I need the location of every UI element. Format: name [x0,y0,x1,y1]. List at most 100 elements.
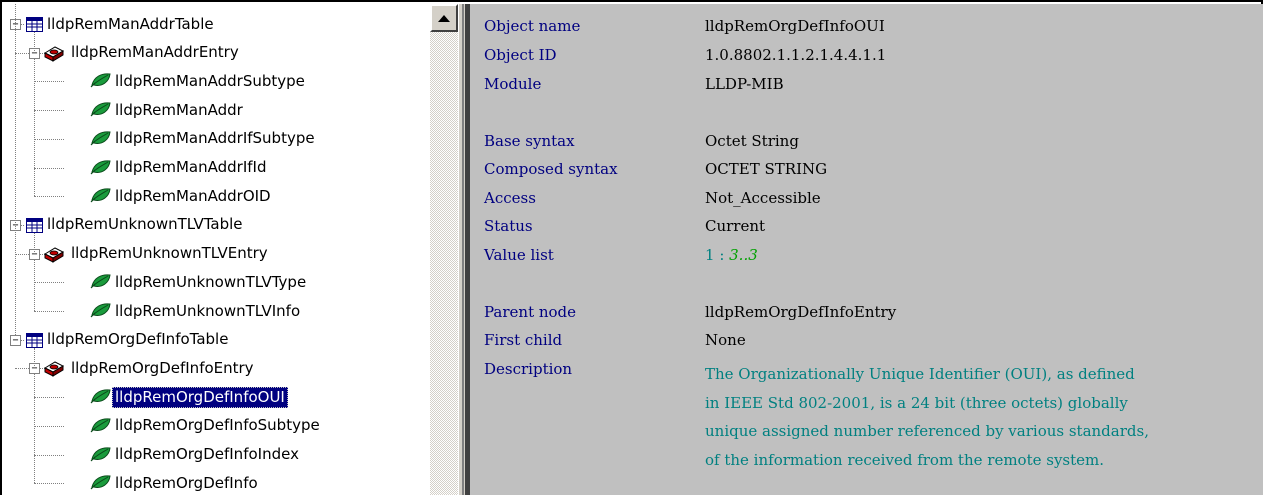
tree-connector [34,282,64,284]
mib-tree[interactable]: − lldpRemManAddrTable − lldpRemManAddrEntry… [4,4,432,495]
tree-node-entry[interactable]: lldpRemOrgDefInfoEntry [68,356,257,380]
description-line: in IEEE Std 802-2001, is a 24 bit (three… [705,393,1128,412]
leaf-icon [90,417,112,437]
base-syntax-value: Octet String [705,132,799,150]
tree-node-label: lldpRemOrgDefInfoIndex [115,445,299,463]
entry-icon [43,245,65,267]
object-name-value: lldpRemOrgDefInfoOUI [705,17,885,35]
tree-guide-line [34,32,35,53]
tree-guide-line [34,259,35,311]
tree-node-label: lldpRemManAddrEntry [71,43,239,62]
tree-node-label: lldpRemManAddrSubtype [115,71,305,90]
tree-node-label: lldpRemOrgDefInfoOUI [112,386,288,408]
module-value: LLDP-MIB [705,75,784,93]
tree-connector [21,224,24,226]
tree-collapse-toggle[interactable]: − [10,334,21,346]
tree-connector [34,311,64,312]
tree-guide-line [34,374,35,484]
tree-node-leaf[interactable]: lldpRemManAddr [112,98,246,122]
pane-splitter[interactable] [458,4,471,495]
leaf-icon [90,273,112,293]
tree-node-leaf[interactable]: lldpRemUnknownTLVInfo [112,299,303,323]
base-syntax-label: Base syntax [484,132,575,150]
tree-guide-line [34,232,35,254]
tree-node-leaf[interactable]: lldpRemManAddrSubtype [112,69,308,93]
tree-vertical-scrollbar[interactable] [430,4,458,495]
description-line: The Organizationally Unique Identifier (… [705,365,1135,383]
status-value: Current [705,217,766,235]
tree-connector [34,110,64,112]
entry-icon [43,44,65,66]
tree-node-entry[interactable]: lldpRemUnknownTLVEntry [68,242,271,266]
tree-node-leaf[interactable]: lldpRemManAddrOID [112,184,274,208]
tree-connector [34,196,64,198]
tree-node-leaf[interactable]: lldpRemOrgDefInfoOUI [112,385,288,409]
tree-connector [34,454,64,456]
first-child-label: First child [484,331,563,349]
object-details-pane: Object name lldpRemOrgDefInfoOUI Object … [470,4,1263,495]
tree-guide-line [34,58,35,197]
entry-icon [43,359,65,381]
tree-node-leaf[interactable]: lldpRemManAddrIfId [112,156,269,180]
tree-node-label: lldpRemOrgDefInfoSubtype [115,416,320,435]
tree-connector [34,425,64,427]
leaf-icon [90,130,112,150]
tree-node-table[interactable]: lldpRemManAddrTable [44,12,217,36]
tree-guide-line [15,4,16,335]
leaf-icon [90,159,112,179]
description-line: unique assigned number referenced by var… [705,422,1149,440]
object-id-value: 1.0.8802.1.1.2.1.4.4.1.1 [705,46,887,64]
tree-node-label: lldpRemOrgDefInfoTable [47,330,229,349]
tree-node-label: lldpRemUnknownTLVType [115,272,307,291]
description-label: Description [484,360,573,378]
scroll-up-arrow-icon [438,14,450,22]
parent-node-value: lldpRemOrgDefInfoEntry [705,303,897,321]
tree-connector [34,138,64,140]
value-list-value: 1 : 3..3 [705,246,758,264]
tree-connector [21,24,24,25]
parent-node-label: Parent node [484,303,577,321]
composed-syntax-value: OCTET STRING [705,160,828,178]
tree-connector [21,339,24,341]
tree-node-table[interactable]: lldpRemUnknownTLVTable [44,213,246,237]
leaf-icon [90,101,112,121]
leaf-icon [90,72,112,92]
tree-connector [34,167,64,169]
tree-node-leaf[interactable]: lldpRemUnknownTLVType [112,270,309,294]
tree-guide-line [34,347,35,369]
first-child-value: None [705,331,746,349]
scroll-up-button[interactable] [430,4,458,32]
leaf-icon [90,446,112,466]
access-label: Access [484,189,536,207]
description-line: of the information received from the rem… [705,450,1105,469]
tree-connector [34,483,64,485]
tree-node-label: lldpRemManAddrIfSubtype [115,129,315,148]
description-text: The Organizationally Unique Identifier (… [705,360,1245,474]
object-id-label: Object ID [484,46,557,64]
tree-node-label: lldpRemUnknownTLVTable [47,215,243,234]
tree-connector [34,397,64,399]
tree-node-label: lldpRemManAddrIfId [115,158,267,176]
tree-node-label: lldpRemOrgDefInfoEntry [71,358,254,377]
tree-node-entry[interactable]: lldpRemManAddrEntry [68,41,242,65]
access-value: Not_Accessible [705,189,821,207]
value-list-label: Value list [484,246,554,264]
splitter-groove [462,4,464,495]
tree-connector [34,81,64,83]
tree-node-leaf[interactable]: lldpRemOrgDefInfo [112,471,261,495]
tree-node-label: lldpRemManAddr [115,100,243,119]
tree-node-label: lldpRemUnknownTLVEntry [71,244,268,263]
leaf-icon [90,302,112,322]
tree-node-leaf[interactable]: lldpRemOrgDefInfoSubtype [112,414,323,438]
status-label: Status [484,217,533,235]
tree-node-label: lldpRemUnknownTLVInfo [115,301,301,320]
tree-node-table[interactable]: lldpRemOrgDefInfoTable [44,328,231,352]
composed-syntax-label: Composed syntax [484,160,618,178]
module-label: Module [484,75,542,93]
tree-node-label: lldpRemManAddrTable [47,14,214,33]
tree-node-leaf[interactable]: lldpRemManAddrIfSubtype [112,127,318,151]
leaf-icon [90,187,112,207]
value-list-index: 1 [705,246,715,264]
tree-node-leaf[interactable]: lldpRemOrgDefInfoIndex [112,443,302,467]
tree-node-label: lldpRemOrgDefInfo [115,473,258,492]
